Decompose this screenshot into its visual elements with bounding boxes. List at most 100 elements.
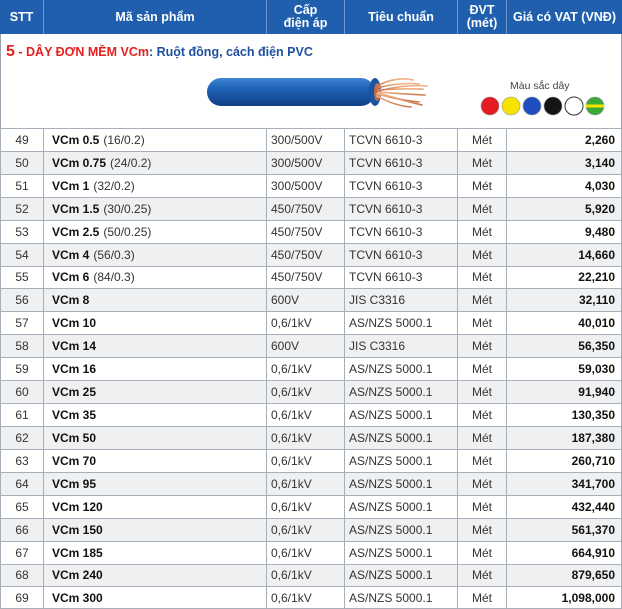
cell-voltage: 0,6/1kV xyxy=(267,495,345,518)
product-code: VCm 10 xyxy=(52,316,97,331)
section-title: 5 - DÂY ĐƠN MỀM VCm: Ruột đồng, cách điệ… xyxy=(6,43,313,61)
header-unit-line2: (mét) xyxy=(466,16,498,30)
cell-standard: TCVN 6610-3 xyxy=(345,197,458,220)
cell-price: 341,700 xyxy=(507,472,622,495)
table-row: 61 VCm 35 0,6/1kV AS/NZS 5000.1 Mét 130,350 xyxy=(0,403,622,426)
product-code: VCm 50 xyxy=(52,430,97,445)
cell-price: 1,098,000 xyxy=(507,587,622,609)
color-swatch-yellow xyxy=(501,96,521,116)
cell-product: VCm 25 xyxy=(44,381,267,404)
product-code: VCm 6 xyxy=(52,270,90,285)
cell-product: VCm 300 xyxy=(44,587,267,609)
cell-unit: Mét xyxy=(458,312,507,335)
header-voltage-line2: điện áp xyxy=(283,16,328,30)
table-row: 58 VCm 14 600V JIS C3316 Mét 56,350 xyxy=(0,334,622,358)
section-number: 5 xyxy=(6,43,15,60)
table-row: 57 VCm 10 0,6/1kV AS/NZS 5000.1 Mét 40,010 xyxy=(0,311,622,335)
cell-unit: Mét xyxy=(458,197,507,220)
color-swatch-white xyxy=(564,96,584,116)
table-row: 62 VCm 50 0,6/1kV AS/NZS 5000.1 Mét 187,380 xyxy=(0,425,622,449)
cell-standard: AS/NZS 5000.1 xyxy=(345,564,458,587)
cable-image xyxy=(207,78,428,108)
cell-price: 260,710 xyxy=(507,449,622,472)
cell-stt: 58 xyxy=(0,335,44,358)
cell-product: VCm 0.5 (16/0.2) xyxy=(44,129,267,151)
cell-price: 130,350 xyxy=(507,404,622,426)
cell-voltage: 0,6/1kV xyxy=(267,426,345,449)
table-row: 67 VCm 185 0,6/1kV AS/NZS 5000.1 Mét 664,910 xyxy=(0,540,622,564)
product-spec: (30/0.25) xyxy=(103,201,152,216)
color-swatch-red xyxy=(480,96,500,116)
price-table-body: 49 VCm 0.5 (16/0.2) 300/500V TCVN 6610-3 Mét 2… xyxy=(0,128,622,609)
cell-standard: AS/NZS 5000.1 xyxy=(345,541,458,564)
cell-stt: 60 xyxy=(0,381,44,404)
table-row: 65 VCm 120 0,6/1kV AS/NZS 5000.1 Mét 432,440 xyxy=(0,494,622,518)
cell-standard: TCVN 6610-3 xyxy=(345,174,458,197)
cell-price: 432,440 xyxy=(507,495,622,518)
header-price: Giá có VAT (VNĐ) xyxy=(512,9,616,24)
cell-standard: AS/NZS 5000.1 xyxy=(345,587,458,609)
cell-voltage: 600V xyxy=(267,289,345,312)
product-code: VCm 150 xyxy=(52,522,103,537)
cell-standard: JIS C3316 xyxy=(345,335,458,358)
product-code: VCm 35 xyxy=(52,408,97,423)
cell-voltage: 0,6/1kV xyxy=(267,449,345,472)
product-spec: (84/0.3) xyxy=(93,270,135,285)
cell-unit: Mét xyxy=(458,243,507,266)
cell-unit: Mét xyxy=(458,289,507,312)
header-unit: ĐVT (mét) xyxy=(458,0,507,34)
cell-standard: TCVN 6610-3 xyxy=(345,266,458,289)
cell-voltage: 450/750V xyxy=(267,266,345,289)
cell-unit: Mét xyxy=(458,358,507,381)
cell-product: VCm 8 xyxy=(44,289,267,312)
cell-unit: Mét xyxy=(458,381,507,404)
cell-voltage: 600V xyxy=(267,335,345,358)
cell-stt: 66 xyxy=(0,518,44,541)
cell-stt: 67 xyxy=(0,541,44,564)
cell-stt: 54 xyxy=(0,243,44,266)
table-row: 49 VCm 0.5 (16/0.2) 300/500V TCVN 6610-3 Mét 2… xyxy=(0,128,622,151)
cell-unit: Mét xyxy=(458,426,507,449)
cell-standard: AS/NZS 5000.1 xyxy=(345,312,458,335)
header-product: Mã sản phẩm xyxy=(44,0,267,34)
product-code: VCm 0.75 xyxy=(52,155,107,170)
cell-voltage: 450/750V xyxy=(267,243,345,266)
table-row: 64 VCm 95 0,6/1kV AS/NZS 5000.1 Mét 341,700 xyxy=(0,471,622,495)
cell-stt: 57 xyxy=(0,312,44,335)
cell-product: VCm 35 xyxy=(44,404,267,426)
section-name: - DÂY ĐƠN MỀM VCm xyxy=(14,45,149,59)
header-stt: STT xyxy=(0,0,44,34)
product-code: VCm 0.5 xyxy=(52,132,100,147)
color-swatch-blue xyxy=(522,96,542,116)
table-row: 52 VCm 1.5 (30/0.25) 450/750V TCVN 6610-3 Mét… xyxy=(0,196,622,220)
cell-product: VCm 240 xyxy=(44,564,267,587)
cell-product: VCm 6 (84/0.3) xyxy=(44,266,267,289)
table-row: 55 VCm 6 (84/0.3) 450/750V TCVN 6610-3 Mét 22,… xyxy=(0,265,622,289)
table-row: 50 VCm 0.75 (24/0.2) 300/500V TCVN 6610-3 Mét… xyxy=(0,150,622,174)
product-code: VCm 1.5 xyxy=(52,201,100,216)
product-code: VCm 25 xyxy=(52,385,97,400)
cell-voltage: 300/500V xyxy=(267,129,345,151)
color-swatches xyxy=(480,96,605,116)
cell-product: VCm 16 xyxy=(44,358,267,381)
table-row: 51 VCm 1 (32/0.2) 300/500V TCVN 6610-3 Mét 4,0… xyxy=(0,173,622,197)
cell-price: 14,660 xyxy=(507,243,622,266)
section-banner: 5 - DÂY ĐƠN MỀM VCm: Ruột đồng, cách điệ… xyxy=(0,34,622,128)
cell-product: VCm 1.5 (30/0.25) xyxy=(44,197,267,220)
product-code: VCm 70 xyxy=(52,453,97,468)
cell-standard: AS/NZS 5000.1 xyxy=(345,426,458,449)
cell-price: 4,030 xyxy=(507,174,622,197)
cell-unit: Mét xyxy=(458,564,507,587)
table-row: 54 VCm 4 (56/0.3) 450/750V TCVN 6610-3 Mét 14,… xyxy=(0,242,622,266)
cell-price: 40,010 xyxy=(507,312,622,335)
product-spec: (16/0.2) xyxy=(103,132,145,147)
cell-stt: 53 xyxy=(0,220,44,243)
cell-unit: Mét xyxy=(458,174,507,197)
cell-price: 22,210 xyxy=(507,266,622,289)
cell-price: 91,940 xyxy=(507,381,622,404)
cell-price: 2,260 xyxy=(507,129,622,151)
cell-voltage: 450/750V xyxy=(267,197,345,220)
cell-stt: 56 xyxy=(0,289,44,312)
cell-unit: Mét xyxy=(458,518,507,541)
cell-stt: 55 xyxy=(0,266,44,289)
